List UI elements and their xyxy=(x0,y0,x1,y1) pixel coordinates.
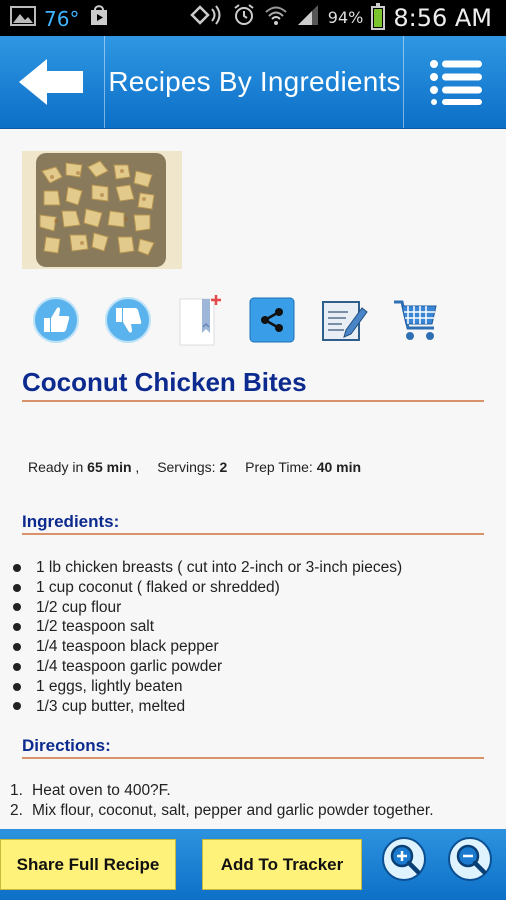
notes-edit-icon xyxy=(322,301,368,341)
back-arrow-icon xyxy=(19,59,83,105)
page-title: Recipes By Ingredients xyxy=(108,66,401,97)
share-button[interactable] xyxy=(248,295,296,345)
list-item: 1 lb chicken breasts ( cut into 2-inch o… xyxy=(10,558,402,578)
list-item: 1/4 teaspoon black pepper xyxy=(10,637,402,657)
ready-label: Ready in xyxy=(28,459,84,475)
list-item: 1 eggs, lightly beaten xyxy=(10,677,402,697)
ingredients-list: 1 lb chicken breasts ( cut into 2-inch o… xyxy=(10,558,402,716)
share-icon xyxy=(249,297,295,343)
status-bar: 76° 94% 8:56 AM xyxy=(0,0,506,36)
play-store-icon xyxy=(87,4,111,33)
zoom-out-icon xyxy=(448,837,492,881)
ingredients-divider xyxy=(22,533,484,535)
alarm-icon xyxy=(232,3,256,32)
like-button[interactable] xyxy=(32,295,80,345)
prep-label: Prep Time: xyxy=(245,459,313,475)
list-item: 1/2 cup flour xyxy=(10,598,402,618)
clock: 8:56 AM xyxy=(393,3,492,32)
menu-button[interactable] xyxy=(406,36,506,128)
app-header: Recipes By Ingredients xyxy=(0,36,506,129)
directions-list: 1. Heat oven to 400?F. 2. Mix flour, cocon… xyxy=(10,781,480,821)
list-item: 1. Heat oven to 400?F. xyxy=(10,782,171,799)
prep-value: 40 min xyxy=(316,459,362,475)
list-item: 2. Mix flour, coconut, salt, pepper and g… xyxy=(10,801,434,819)
recipe-content[interactable]: Coconut Chicken Bites Ready in 65 min , … xyxy=(0,129,506,829)
ingredients-heading: Ingredients: xyxy=(22,512,120,531)
gallery-icon xyxy=(10,5,36,32)
temperature: 76° xyxy=(44,6,80,31)
battery-percent: 94% xyxy=(327,8,364,27)
thumbs-down-icon xyxy=(105,297,151,343)
shopping-cart-icon xyxy=(394,300,437,340)
bottom-toolbar: Share Full Recipe Add To Tracker xyxy=(0,829,506,900)
battery-icon xyxy=(371,2,386,30)
recipe-title: Coconut Chicken Bites xyxy=(22,367,307,397)
directions-heading: Directions: xyxy=(22,736,111,755)
list-menu-icon xyxy=(430,60,482,105)
zoom-in-button[interactable] xyxy=(382,837,428,883)
thumbs-up-icon xyxy=(33,297,79,343)
zoom-in-icon xyxy=(382,837,426,881)
servings-value: 2 xyxy=(219,459,228,475)
notes-button[interactable] xyxy=(320,295,368,345)
recipe-photo xyxy=(22,151,182,269)
share-full-recipe-button[interactable]: Share Full Recipe xyxy=(0,839,176,890)
add-to-tracker-button[interactable]: Add To Tracker xyxy=(202,839,362,890)
cart-button[interactable] xyxy=(392,295,440,345)
dislike-button[interactable] xyxy=(104,295,152,345)
list-item: 1 cup coconut ( flaked or shredded) xyxy=(10,578,402,598)
recipe-meta: Ready in 65 min , Servings: 2 Prep Time:… xyxy=(28,459,361,475)
zoom-out-button[interactable] xyxy=(448,837,494,883)
action-toolbar xyxy=(32,295,464,346)
nfc-icon xyxy=(190,3,224,32)
ready-value: 65 min xyxy=(87,459,132,475)
back-button[interactable] xyxy=(0,36,104,128)
bookmark-add-button[interactable] xyxy=(176,295,224,346)
bookmark-add-icon xyxy=(179,295,221,346)
list-item: 1/2 teaspoon salt xyxy=(10,617,402,637)
servings-label: Servings: xyxy=(157,459,216,475)
ready-suffix: , xyxy=(135,459,140,475)
list-item: 1/3 cup butter, melted xyxy=(10,697,402,717)
signal-icon xyxy=(296,4,320,31)
directions-divider xyxy=(22,757,484,759)
title-divider xyxy=(22,400,484,402)
list-item: 1/4 teaspoon garlic powder xyxy=(10,657,402,677)
wifi-icon xyxy=(264,4,288,31)
